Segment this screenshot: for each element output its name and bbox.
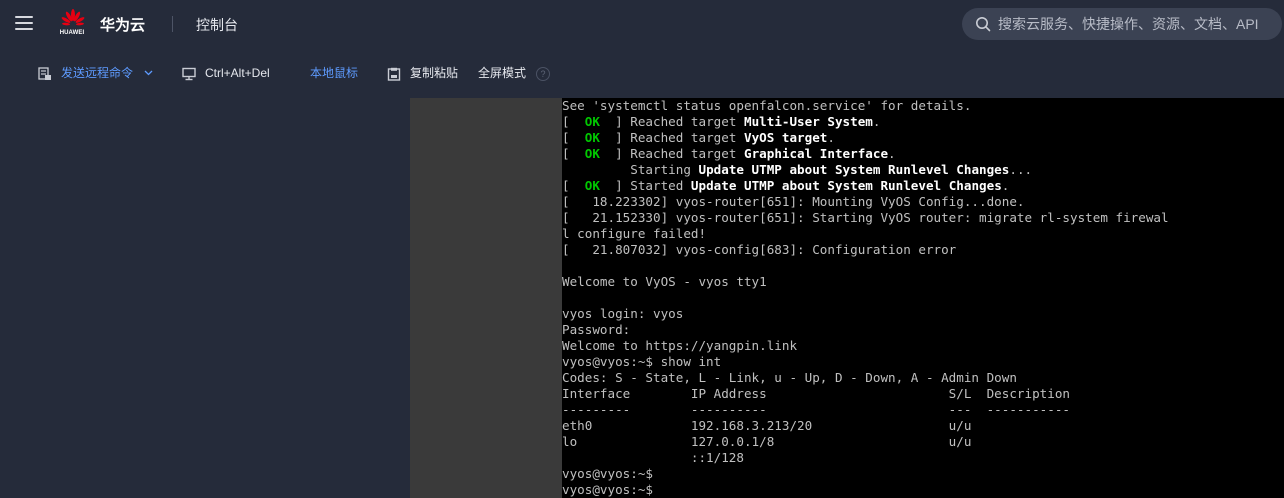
- terminal-text: Update UTMP about System Runlevel Change…: [690, 178, 1002, 193]
- terminal-text: Graphical Interface: [743, 146, 889, 161]
- fullscreen-button[interactable]: 全屏模式: [478, 66, 530, 82]
- huawei-logo[interactable]: HUAWEI: [58, 9, 88, 39]
- terminal-text: [: [562, 130, 585, 145]
- terminal-line: Codes: S - State, L - Link, u - Up, D - …: [562, 370, 1017, 386]
- terminal-text: vyos login: vyos: [562, 306, 684, 321]
- terminal-text: [: [562, 146, 585, 161]
- terminal-line: ::1/128: [562, 450, 744, 466]
- terminal-text: Multi-User System: [743, 114, 873, 129]
- terminal-text: .: [1001, 178, 1010, 193]
- terminal-text: Password:: [562, 322, 631, 337]
- terminal-line: l configure failed!: [562, 226, 706, 242]
- terminal-text: ] Reached target: [599, 130, 744, 145]
- terminal-text: l configure failed!: [562, 226, 707, 241]
- terminal-text: [ 18.223302] vyos-router[651]: Mounting …: [562, 194, 1025, 209]
- status-ok-text: OK: [584, 130, 600, 145]
- terminal-text: ...: [1009, 162, 1033, 177]
- terminal-line: Starting Update UTMP about System Runlev…: [562, 162, 1032, 178]
- header-divider: [172, 16, 173, 32]
- ctrl-alt-del-button[interactable]: Ctrl+Alt+Del: [182, 66, 272, 82]
- terminal-text: ] Reached target: [599, 114, 744, 129]
- terminal-text: vyos@vyos:~$ show int: [562, 354, 722, 369]
- terminal-text: eth0 192.168.3.213/20 u/u: [562, 418, 972, 433]
- terminal-line: [ 21.807032] vyos-config[683]: Configura…: [562, 242, 956, 258]
- terminal-text: [: [562, 178, 585, 193]
- terminal-line: See 'systemctl status openfalcon.service…: [562, 98, 971, 114]
- status-ok-text: OK: [584, 146, 600, 161]
- terminal-text: vyos@vyos:~$: [562, 482, 653, 497]
- terminal-line: --------- ---------- --- -----------: [562, 402, 1070, 418]
- terminal-line: [ OK ] Reached target Graphical Interfac…: [562, 146, 896, 162]
- fullscreen-label: 全屏模式: [478, 66, 527, 80]
- status-ok-text: OK: [584, 114, 600, 129]
- copy-paste-button[interactable]: 复制粘贴: [387, 66, 463, 82]
- status-ok-text: OK: [584, 178, 600, 193]
- terminal-text: .: [872, 114, 881, 129]
- vnc-terminal-screen[interactable]: See 'systemctl status openfalcon.service…: [562, 98, 1284, 498]
- terminal-text: [: [562, 114, 585, 129]
- terminal-text: [ 21.807032] vyos-config[683]: Configura…: [562, 242, 957, 257]
- global-search[interactable]: [962, 8, 1282, 40]
- terminal-text: Update UTMP about System Runlevel Change…: [698, 162, 1010, 177]
- terminal-text: Welcome to https://yangpin.link: [562, 338, 798, 353]
- terminal-text: .: [888, 146, 896, 161]
- terminal-line: vyos@vyos:~$: [562, 466, 653, 482]
- terminal-text: .: [827, 130, 835, 145]
- terminal-text: Starting: [562, 162, 699, 177]
- terminal-text: Interface IP Address S/L Description: [562, 386, 1070, 401]
- terminal-line: vyos login: vyos: [562, 306, 683, 322]
- ctrl-alt-del-label: Ctrl+Alt+Del: [205, 66, 270, 80]
- terminal-text: lo 127.0.0.1/8 u/u: [562, 434, 972, 449]
- search-icon: [976, 17, 991, 32]
- terminal-text: Welcome to VyOS - vyos tty1: [562, 274, 767, 289]
- terminal-line: lo 127.0.0.1/8 u/u: [562, 434, 971, 450]
- send-command-dropdown[interactable]: 发送远程命令: [38, 66, 156, 82]
- help-icon[interactable]: ?: [536, 67, 550, 81]
- left-blank-panel: [0, 98, 410, 498]
- top-navigation-bar: HUAWEI 华为云 控制台: [0, 0, 1284, 48]
- terminal-text: --------- ---------- --- -----------: [562, 402, 1070, 417]
- terminal-line: Interface IP Address S/L Description: [562, 386, 1070, 402]
- local-mouse-button[interactable]: 本地鼠标: [310, 66, 362, 82]
- terminal-text: Codes: S - State, L - Link, u - Up, D - …: [562, 370, 1017, 385]
- terminal-line: vyos@vyos:~$ show int: [562, 354, 721, 370]
- console-margin-panel: [410, 98, 562, 498]
- terminal-line: vyos@vyos:~$: [562, 482, 653, 498]
- clipboard-icon: [387, 67, 401, 81]
- send-command-icon: [38, 67, 51, 80]
- hamburger-menu-icon[interactable]: [15, 15, 33, 31]
- terminal-line: [ OK ] Reached target Multi-User System.: [562, 114, 880, 130]
- terminal-text: ] Reached target: [599, 146, 744, 161]
- brand-name[interactable]: 华为云: [100, 14, 145, 35]
- monitor-icon: [182, 67, 196, 81]
- terminal-text: See 'systemctl status openfalcon.service…: [562, 98, 972, 113]
- terminal-text: [ 21.152330] vyos-router[651]: Starting …: [562, 210, 1169, 225]
- terminal-text: VyOS target: [743, 130, 828, 145]
- copy-paste-label: 复制粘贴: [410, 66, 459, 80]
- chevron-down-icon: [144, 70, 153, 76]
- terminal-text: ::1/128: [562, 450, 744, 465]
- terminal-line: [ OK ] Started Update UTMP about System …: [562, 178, 1009, 194]
- terminal-line: Welcome to https://yangpin.link: [562, 338, 797, 354]
- send-command-label: 发送远程命令: [61, 66, 134, 80]
- terminal-line: [ 18.223302] vyos-router[651]: Mounting …: [562, 194, 1025, 210]
- terminal-line: [ 21.152330] vyos-router[651]: Starting …: [562, 210, 1169, 226]
- local-mouse-label: 本地鼠标: [310, 66, 359, 80]
- console-link[interactable]: 控制台: [196, 15, 238, 35]
- terminal-text: ] Started: [599, 178, 691, 193]
- huawei-flower-icon: [61, 9, 85, 26]
- terminal-line: [ OK ] Reached target VyOS target.: [562, 130, 835, 146]
- terminal-line: eth0 192.168.3.213/20 u/u: [562, 418, 971, 434]
- search-input[interactable]: [998, 8, 1274, 40]
- terminal-text: vyos@vyos:~$: [562, 466, 653, 481]
- terminal-line: Password:: [562, 322, 630, 338]
- logo-text: HUAWEI: [59, 30, 85, 36]
- remote-console-toolbar: 发送远程命令 Ctrl+Alt+Del 本地鼠标 复制粘贴 全屏模式 ?: [0, 48, 1284, 98]
- terminal-line: Welcome to VyOS - vyos tty1: [562, 274, 767, 290]
